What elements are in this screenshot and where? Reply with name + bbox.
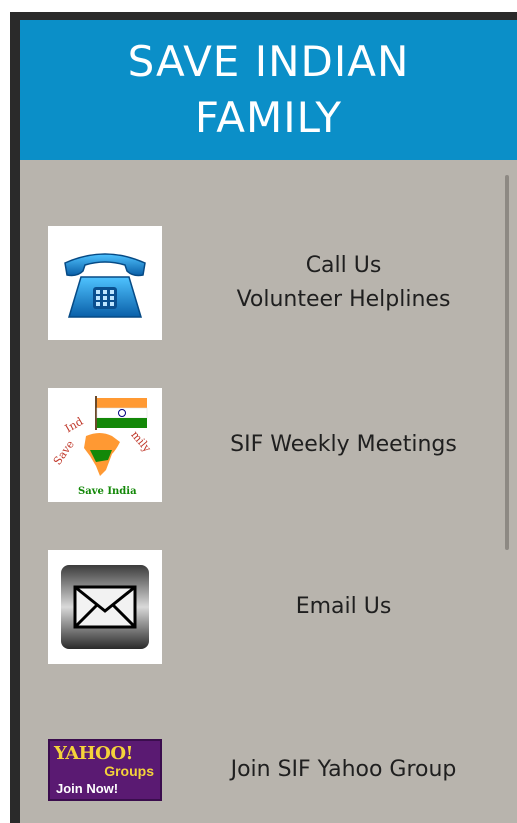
app-title: SAVE INDIAN FAMILY bbox=[127, 37, 410, 142]
yahoo-groups-badge-icon: YAHOO! Groups Join Now! bbox=[48, 739, 162, 801]
weekly-meetings-label: SIF Weekly Meetings bbox=[230, 432, 457, 457]
yahoo-groups-text: Groups bbox=[104, 763, 154, 779]
scrollbar[interactable] bbox=[505, 175, 509, 550]
menu-item-weekly-meetings[interactable]: Save Ind mily Save India SIF Weekly Meet… bbox=[20, 387, 497, 503]
yahoo-brand-text: YAHOO! bbox=[54, 743, 133, 764]
app-header: SAVE INDIAN FAMILY bbox=[20, 20, 517, 160]
logo-bottom-text: Save India bbox=[78, 486, 137, 497]
yahoo-group-label: Join SIF Yahoo Group bbox=[230, 757, 457, 782]
svg-text:mily: mily bbox=[128, 428, 154, 455]
email-us-label: Email Us bbox=[295, 594, 392, 619]
call-us-label: Call Us Volunteer Helplines bbox=[190, 249, 497, 317]
envelope-icon bbox=[48, 550, 162, 664]
svg-text:Ind: Ind bbox=[63, 415, 86, 436]
menu-item-call-us[interactable]: Call Us Volunteer Helplines bbox=[20, 225, 497, 341]
device-bezel: SAVE INDIAN FAMILY Call Us Volunteer Hel… bbox=[10, 12, 517, 823]
menu-item-yahoo-group[interactable]: YAHOO! Groups Join Now! Join SIF Yahoo G… bbox=[20, 712, 497, 823]
screen-frame: SAVE INDIAN FAMILY Call Us Volunteer Hel… bbox=[0, 0, 517, 823]
menu-item-email-us[interactable]: Email Us bbox=[20, 549, 497, 665]
call-us-label-line1: Call Us bbox=[305, 253, 382, 278]
telephone-icon bbox=[48, 226, 162, 340]
sif-flag-logo-icon: Save Ind mily Save India bbox=[48, 388, 162, 502]
svg-text:Save: Save bbox=[51, 438, 77, 467]
app-screen: SAVE INDIAN FAMILY Call Us Volunteer Hel… bbox=[20, 20, 517, 823]
call-us-label-line2: Volunteer Helplines bbox=[236, 287, 451, 312]
yahoo-join-text: Join Now! bbox=[56, 781, 119, 796]
